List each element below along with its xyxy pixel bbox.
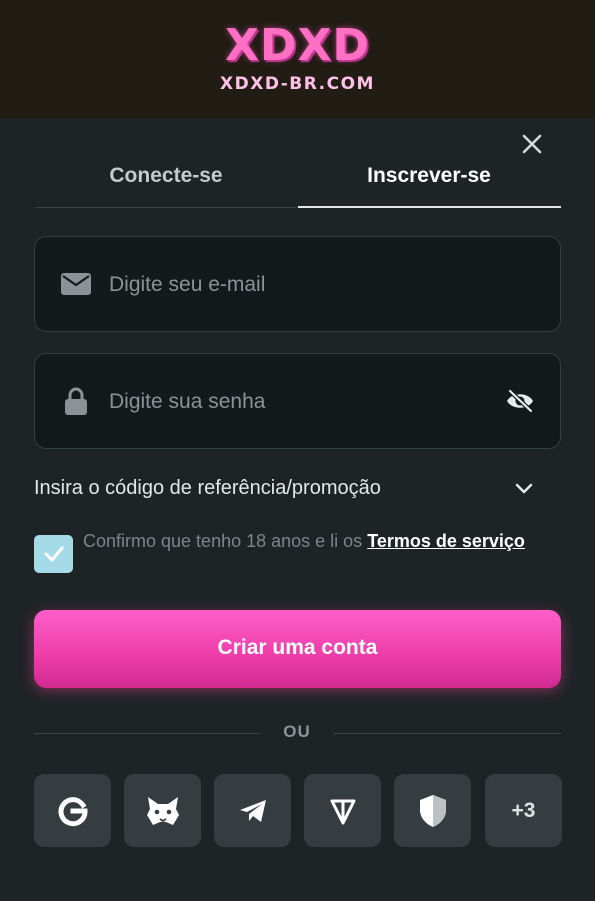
password-field xyxy=(34,353,561,449)
metamask-login-button[interactable] xyxy=(124,774,201,847)
divider-line-right xyxy=(333,733,561,734)
terms-checkbox[interactable] xyxy=(34,535,73,573)
more-options-label: +3 xyxy=(511,798,536,822)
lock-icon xyxy=(61,386,91,416)
tab-register[interactable]: Inscrever-se xyxy=(298,158,560,198)
more-login-options-button[interactable]: +3 xyxy=(485,774,562,847)
terms-statement: Confirmo que tenho 18 anos e li os xyxy=(83,531,368,551)
tab-active-indicator xyxy=(298,206,561,208)
eye-slash-icon xyxy=(507,389,534,413)
terms-text: Confirmo que tenho 18 anos e li os Termo… xyxy=(83,526,553,556)
close-icon xyxy=(522,134,542,154)
divider-line-left xyxy=(34,733,261,734)
email-input[interactable] xyxy=(109,265,500,305)
chevron-down-icon xyxy=(515,483,533,494)
ton-login-button[interactable] xyxy=(304,774,381,847)
telegram-icon xyxy=(239,799,266,822)
create-account-button[interactable]: Criar uma conta xyxy=(34,610,561,686)
telegram-login-button[interactable] xyxy=(214,774,291,847)
brand-header: XDXD XDXD-BR.COM xyxy=(0,0,595,118)
password-input[interactable] xyxy=(109,382,500,422)
brand-domain: XDXD-BR.COM xyxy=(220,74,375,94)
tab-login[interactable]: Conecte-se xyxy=(35,158,297,198)
check-icon xyxy=(44,546,63,562)
brand-logo: XDXD xyxy=(225,20,370,71)
google-icon xyxy=(58,796,88,826)
terms-of-service-link[interactable]: Termos de serviço xyxy=(367,531,525,551)
shield-login-button[interactable] xyxy=(394,774,471,847)
ton-icon xyxy=(330,799,355,824)
terms-row: Confirmo que tenho 18 anos e li os Termo… xyxy=(34,526,544,586)
shield-icon xyxy=(419,794,446,827)
or-divider-label: OU xyxy=(283,722,311,741)
metamask-fox-icon xyxy=(146,796,179,825)
promo-code-toggle[interactable]: Insira o código de referência/promoção xyxy=(34,470,544,506)
promo-code-label: Insira o código de referência/promoção xyxy=(34,476,381,499)
email-field xyxy=(34,236,561,332)
close-button[interactable] xyxy=(516,128,548,160)
google-login-button[interactable] xyxy=(34,774,111,847)
toggle-password-button[interactable] xyxy=(504,385,536,417)
mail-icon xyxy=(61,269,91,299)
